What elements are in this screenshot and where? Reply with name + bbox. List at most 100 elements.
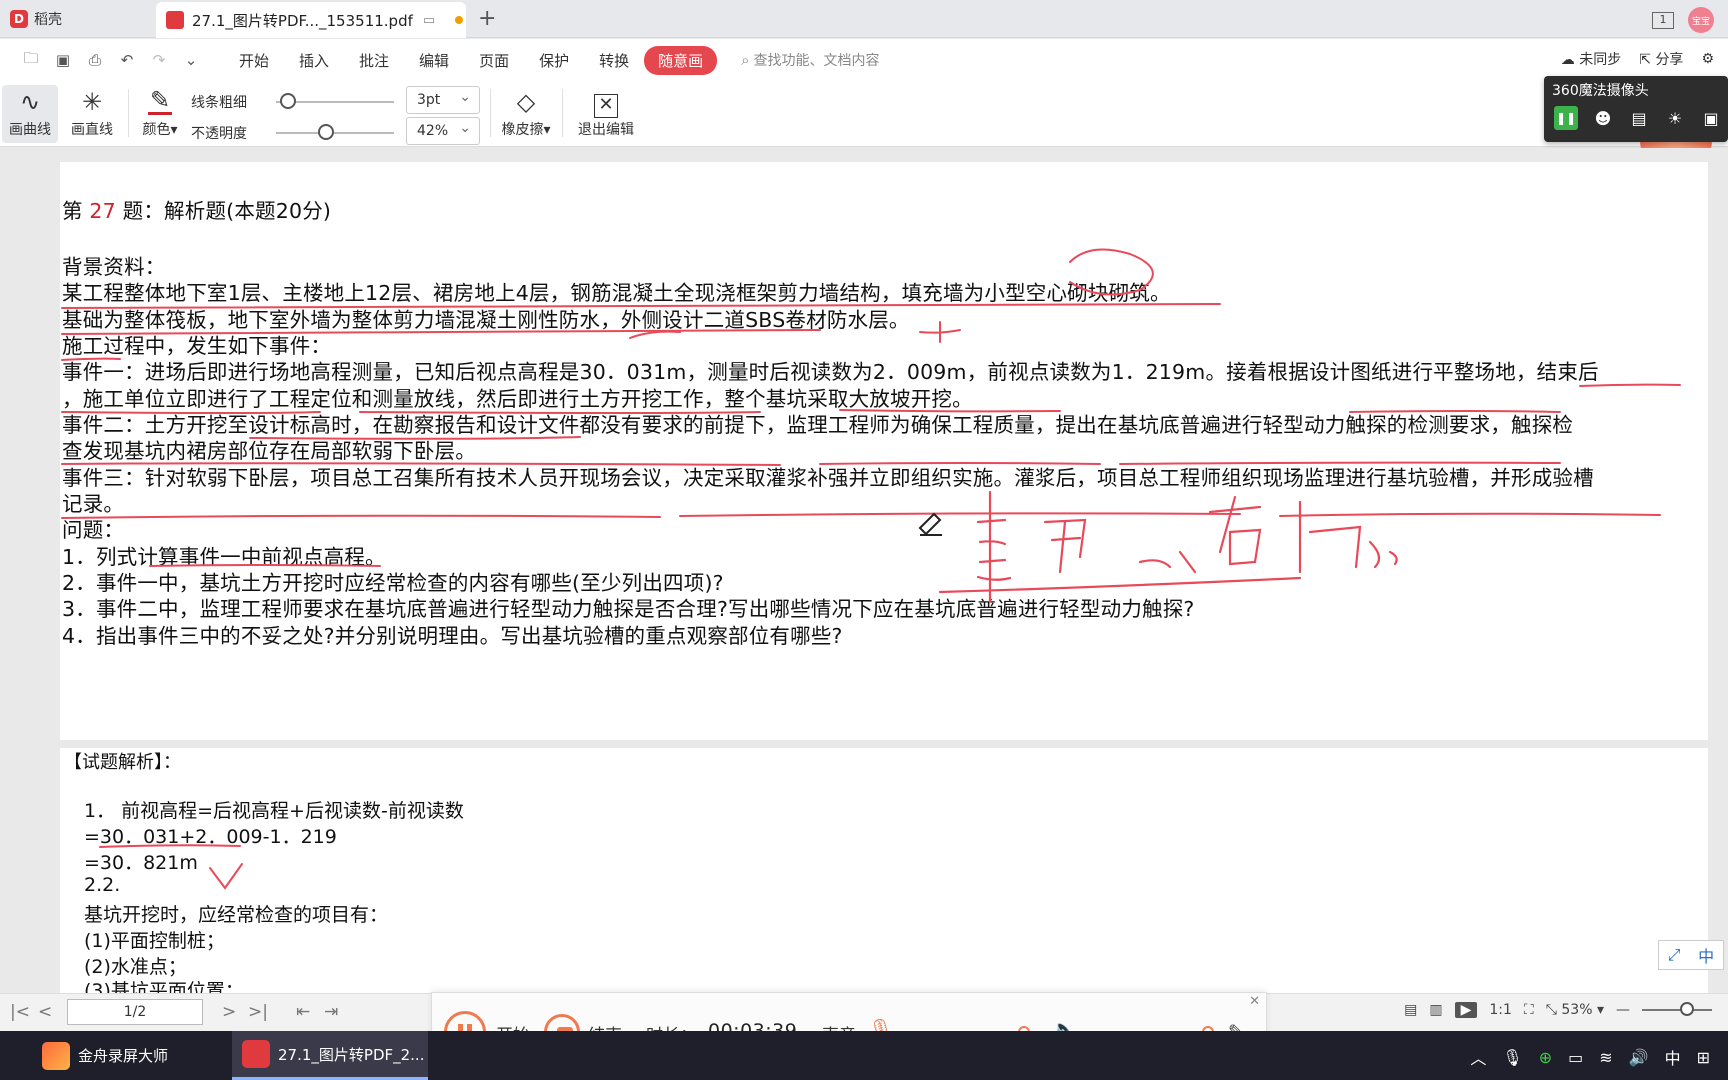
divider bbox=[128, 89, 129, 137]
analysis-line: 2.2. bbox=[84, 874, 121, 896]
wifi-icon[interactable]: ≋ bbox=[1599, 1048, 1612, 1067]
menu-page[interactable]: 页面 bbox=[464, 50, 524, 71]
window-count-badge[interactable]: 1 bbox=[1652, 11, 1674, 29]
camera-widget: 360魔法摄像头 ❚❚ ☻ ▤ ☀ ▣ bbox=[1544, 76, 1728, 142]
dual-page-icon[interactable]: ▥ bbox=[1429, 1002, 1442, 1018]
opacity-slider-knob[interactable] bbox=[317, 124, 334, 140]
question-line: 4．指出事件三中的不妥之处?并分别说明理由。写出基坑验槽的重点观察部位有哪些? bbox=[62, 624, 843, 648]
menu-freehand-draw[interactable]: 随意画 bbox=[644, 45, 718, 75]
face-icon[interactable]: ☻ bbox=[1592, 109, 1614, 128]
pdf-icon bbox=[166, 11, 184, 29]
zoom-slider-knob[interactable] bbox=[1680, 1002, 1694, 1016]
sync-label: 未同步 bbox=[1579, 52, 1622, 68]
close-box-icon: ✕ bbox=[570, 85, 642, 119]
exit-edit-button[interactable]: ✕ 退出编辑 bbox=[570, 85, 642, 143]
settings-gear-icon[interactable]: ⚙ bbox=[1701, 51, 1714, 67]
thickness-select[interactable]: 3pt bbox=[406, 84, 480, 114]
page-number-input[interactable]: 1/2 bbox=[67, 999, 203, 1025]
forward-icon[interactable]: ⇥ bbox=[324, 1002, 338, 1022]
volume-icon[interactable]: 🔊 bbox=[1629, 1048, 1649, 1067]
undo-icon[interactable]: ↶ bbox=[118, 51, 136, 69]
zoom-slider[interactable] bbox=[1642, 1002, 1712, 1016]
chevron-up-icon[interactable]: ︿ bbox=[1470, 1045, 1486, 1069]
color-picker-button[interactable]: ✎ 颜色▾ bbox=[132, 85, 188, 143]
divider bbox=[562, 89, 563, 137]
edit-box-icon[interactable]: ⤢ bbox=[1668, 945, 1681, 965]
menu-insert[interactable]: 插入 bbox=[284, 50, 344, 71]
text-line: 查发现基坑内裙房部位存在局部软弱下卧层。 bbox=[62, 439, 476, 463]
last-page-icon[interactable]: >| bbox=[248, 1002, 268, 1022]
question-title: 第 27 题：解析题(本题20分) bbox=[62, 194, 331, 224]
question-line: 3．事件二中，监理工程师要求在基坑底普遍进行轻型动力触探是否合理?写出哪些情况下… bbox=[62, 597, 1195, 621]
menu-annotate[interactable]: 批注 bbox=[344, 50, 404, 71]
play-icon[interactable]: ▶ bbox=[1454, 1002, 1478, 1018]
more-chevron-icon[interactable]: ⌄ bbox=[182, 51, 200, 69]
taskbar-app-pdf[interactable]: 27.1_图片转PDF_2... bbox=[232, 1031, 428, 1080]
share-button[interactable]: ⇱ 分享 bbox=[1639, 49, 1683, 69]
grid-icon[interactable]: ⊞ bbox=[1697, 1048, 1710, 1067]
actual-size-icon[interactable]: 1:1 bbox=[1489, 1002, 1512, 1018]
fit-page-icon[interactable]: ⛶ bbox=[1524, 1002, 1534, 1018]
eraser-label: 橡皮擦 bbox=[501, 122, 544, 138]
camera-pause-button[interactable]: ❚❚ bbox=[1554, 106, 1578, 130]
language-toggle[interactable]: 中 bbox=[1698, 943, 1714, 967]
draw-line-button[interactable]: ✳ 画直线 bbox=[64, 85, 120, 143]
analysis-line: =30．031+2．009-1．219 bbox=[84, 826, 337, 848]
taskbar: 金舟录屏大师 27.1_图片转PDF_2... ︿ 🎙 ⊕ ▭ ≋ 🔊 中 ⊞ bbox=[0, 1031, 1728, 1080]
taskbar-app-label: 金舟录屏大师 bbox=[78, 1047, 169, 1065]
unsaved-dot-icon bbox=[455, 16, 464, 24]
sync-button[interactable]: ☁ 未同步 bbox=[1561, 49, 1621, 69]
line-sparkle-icon: ✳ bbox=[81, 88, 103, 116]
battery-icon[interactable]: ▭ bbox=[1568, 1048, 1583, 1067]
taskbar-app-recorder[interactable]: 金舟录屏大师 bbox=[32, 1031, 228, 1080]
print-icon[interactable]: ⎙ bbox=[86, 51, 104, 69]
pen-color-icon: ✎ bbox=[148, 86, 172, 115]
mic-tray-icon[interactable]: 🎙 bbox=[1502, 1048, 1522, 1067]
open-folder-icon[interactable]: 🗀 bbox=[22, 48, 40, 73]
redo-icon[interactable]: ↷ bbox=[150, 51, 168, 69]
title-suffix: 题：解析题(本题20分) bbox=[122, 199, 332, 223]
brightness-icon[interactable]: ☀ bbox=[1664, 109, 1686, 128]
new-tab-button[interactable]: + bbox=[478, 6, 496, 31]
ime-indicator[interactable]: 中 bbox=[1665, 1045, 1681, 1069]
eraser-button[interactable]: ◇ 橡皮擦▾ bbox=[496, 85, 556, 143]
chat-icon[interactable]: ▤ bbox=[1628, 109, 1650, 128]
draw-curve-button[interactable]: ∿ 画曲线 bbox=[2, 85, 58, 143]
document-view[interactable]: 第 27 题：解析题(本题20分) 背景资料： 某工程整体地下室1层、主楼地上1… bbox=[0, 148, 1728, 993]
thickness-label: 线条粗细 bbox=[191, 95, 247, 111]
menu-convert[interactable]: 转换 bbox=[584, 50, 644, 71]
menu-start[interactable]: 开始 bbox=[224, 50, 284, 71]
system-tray: ︿ 🎙 ⊕ ▭ ≋ 🔊 中 ⊞ bbox=[1470, 1045, 1710, 1069]
text-line: 问题： bbox=[62, 518, 125, 542]
zoom-value: 53% bbox=[1561, 1002, 1593, 1018]
function-search[interactable]: ⌕ 查找功能、文档内容 bbox=[741, 50, 879, 70]
zoom-select[interactable]: ⤡ 53% ▾ bbox=[1546, 1002, 1604, 1018]
avatar[interactable]: 宝宝 bbox=[1688, 7, 1714, 33]
save-icon[interactable]: ▣ bbox=[54, 51, 72, 69]
green-plus-icon[interactable]: ⊕ bbox=[1539, 1048, 1552, 1067]
back-icon[interactable]: ⇤ bbox=[296, 1002, 310, 1022]
thickness-slider-knob[interactable] bbox=[279, 93, 296, 109]
close-icon[interactable]: ✕ bbox=[1249, 994, 1260, 1009]
prev-page-icon[interactable]: < bbox=[38, 1002, 52, 1022]
draw-line-label: 画直线 bbox=[71, 122, 113, 138]
app-tab[interactable]: D 稻壳 bbox=[0, 0, 155, 38]
opacity-select[interactable]: 42% bbox=[406, 115, 480, 145]
analysis-line: (3)基坑平面位置； bbox=[84, 980, 244, 993]
text-line: 事件三：针对软弱下卧层，项目总工召集所有技术人员开现场会议，决定采取灌浆补强并立… bbox=[62, 466, 1594, 490]
document-tab[interactable]: 27.1_图片转PDF..._153511.pdf ▭ bbox=[156, 2, 466, 38]
zoom-out-icon[interactable]: — bbox=[1616, 1002, 1630, 1018]
single-page-icon[interactable]: ▤ bbox=[1404, 1002, 1417, 1018]
monitor-icon[interactable]: ▭ bbox=[423, 13, 435, 28]
tab-bar: D 稻壳 27.1_图片转PDF..._153511.pdf ▭ + 1 宝宝 bbox=[0, 0, 1728, 38]
menu-edit[interactable]: 编辑 bbox=[404, 50, 464, 71]
document-tab-title: 27.1_图片转PDF..._153511.pdf bbox=[192, 11, 413, 30]
menu-protect[interactable]: 保护 bbox=[524, 50, 584, 71]
pdf-app-icon bbox=[242, 1040, 270, 1068]
screen-icon[interactable]: ▣ bbox=[1700, 109, 1722, 128]
text-line: 某工程整体地下室1层、主楼地上12层、裙房地上4层，钢筋混凝土全现浇框架剪力墙结… bbox=[62, 281, 1171, 305]
next-page-icon[interactable]: > bbox=[222, 1002, 236, 1022]
opacity-label: 不透明度 bbox=[191, 126, 247, 142]
opacity-slider[interactable] bbox=[276, 132, 394, 134]
first-page-icon[interactable]: |< bbox=[10, 1002, 30, 1022]
